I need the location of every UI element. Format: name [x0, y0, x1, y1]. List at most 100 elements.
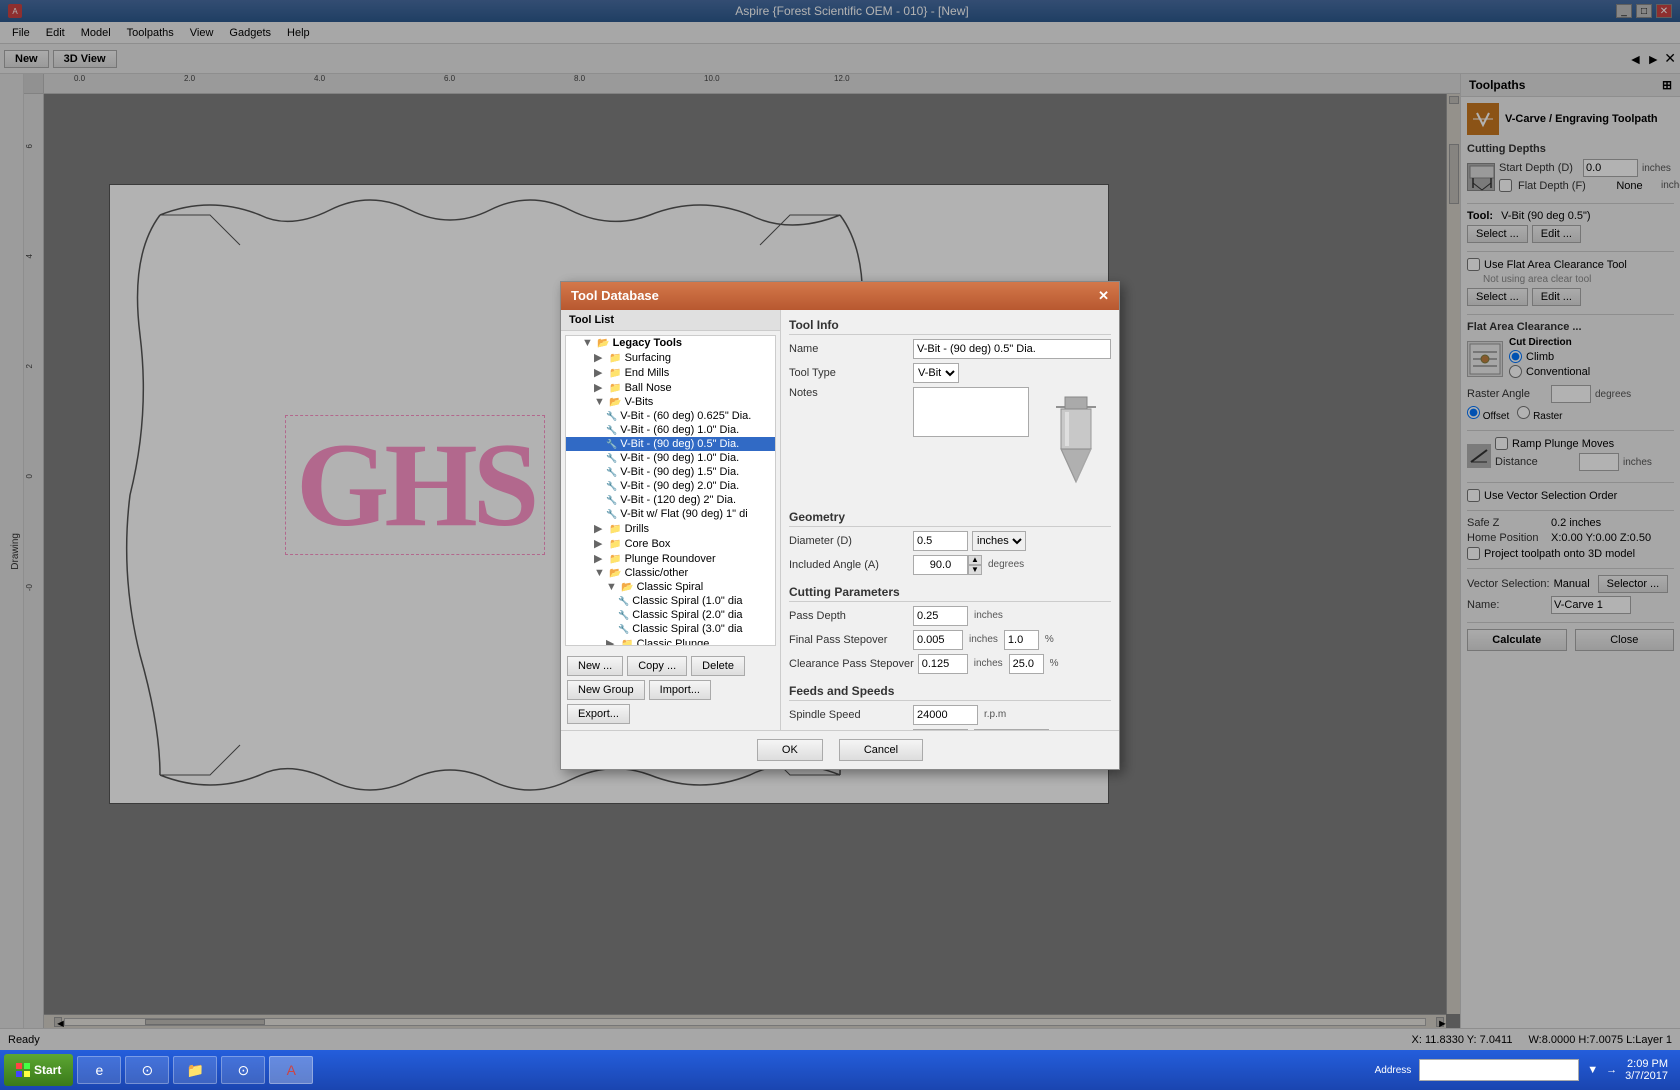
spindle-row: Spindle Speed r.p.m: [789, 705, 1111, 725]
feed-input[interactable]: [913, 729, 968, 730]
expand-surfacing[interactable]: ▶: [594, 351, 606, 364]
dialog-close-icon[interactable]: ✕: [1098, 288, 1109, 304]
tool-icon-3: 🔧: [606, 439, 617, 449]
tray-address-label: Address: [1375, 1065, 1412, 1076]
tree-end-mills[interactable]: ▶ 📁 End Mills: [566, 365, 775, 380]
clearance-pct-input[interactable]: [1009, 654, 1044, 674]
tool-icon-cs2: 🔧: [618, 610, 629, 620]
tree-vbit-60-625[interactable]: 🔧 V-Bit - (60 deg) 0.625" Dia.: [566, 409, 775, 423]
tree-cs-30[interactable]: 🔧 Classic Spiral (3.0" dia: [566, 622, 775, 636]
expand-classic-spiral[interactable]: ▼: [606, 581, 618, 593]
tree-surfacing[interactable]: ▶ 📁 Surfacing: [566, 350, 775, 365]
feeds-speeds-section: Feeds and Speeds Spindle Speed r.p.m Fee…: [789, 684, 1111, 730]
tray-go-btn[interactable]: →: [1606, 1064, 1617, 1076]
address-bar[interactable]: [1419, 1059, 1579, 1081]
folder-endmills-icon: 📁: [609, 368, 621, 379]
task-files-btn[interactable]: 📁: [173, 1056, 217, 1084]
angle-spinner-btns: ▲ ▼: [968, 555, 982, 575]
tree-vbits[interactable]: ▼ 📂 V-Bits: [566, 395, 775, 409]
tree-vbit-90-15[interactable]: 🔧 V-Bit - (90 deg) 1.5" Dia.: [566, 465, 775, 479]
expand-corebox[interactable]: ▶: [594, 537, 606, 550]
tree-classic-spiral-group[interactable]: ▼ 📂 Classic Spiral: [566, 580, 775, 594]
tool-icon-7: 🔧: [606, 495, 617, 505]
tool-list-panel: Tool List ▼ 📂 Legacy Tools ▶ 📁 Surfacing: [561, 310, 781, 730]
tool-icon-cs3: 🔧: [618, 624, 629, 634]
import-btn[interactable]: Import...: [649, 680, 711, 700]
folder-cp-icon: 📁: [621, 639, 633, 646]
delete-tool-btn[interactable]: Delete: [691, 656, 745, 676]
angle-input[interactable]: [913, 555, 968, 575]
type-field-label: Tool Type: [789, 367, 909, 379]
export-btn[interactable]: Export...: [567, 704, 630, 724]
folder-corebox-icon: 📁: [609, 539, 621, 550]
expand-ballnose[interactable]: ▶: [594, 381, 606, 394]
tool-icon-cs1: 🔧: [618, 596, 629, 606]
new-tool-btn[interactable]: New ...: [567, 656, 623, 676]
expand-plunge[interactable]: ▶: [594, 552, 606, 565]
expand-endmills[interactable]: ▶: [594, 366, 606, 379]
tree-legacy-tools[interactable]: ▼ 📂 Legacy Tools: [566, 336, 775, 350]
copy-tool-btn[interactable]: Copy ...: [627, 656, 687, 676]
tree-ball-nose[interactable]: ▶ 📁 Ball Nose: [566, 380, 775, 395]
tool-icon-1: 🔧: [606, 411, 617, 421]
tree-classic-plunge[interactable]: ▶ 📁 Classic Plunge: [566, 636, 775, 646]
tray-dropdown[interactable]: ▼: [1587, 1064, 1598, 1076]
tool-database-dialog: Tool Database ✕ Tool List ▼ 📂 Legacy Too…: [560, 281, 1120, 770]
expand-legacy[interactable]: ▼: [582, 337, 594, 349]
expand-classic-plunge[interactable]: ▶: [606, 637, 618, 646]
dialog-body: Tool List ▼ 📂 Legacy Tools ▶ 📁 Surfacing: [561, 310, 1119, 730]
diameter-input[interactable]: [913, 531, 968, 551]
pass-depth-input[interactable]: [913, 606, 968, 626]
tree-vbit-120-2[interactable]: 🔧 V-Bit - (120 deg) 2" Dia.: [566, 493, 775, 507]
new-group-btn[interactable]: New Group: [567, 680, 645, 700]
files-icon: 📁: [187, 1062, 204, 1079]
tree-plunge-roundover[interactable]: ▶ 📁 Plunge Roundover: [566, 551, 775, 566]
spindle-input[interactable]: [913, 705, 978, 725]
dialog-cancel-btn[interactable]: Cancel: [839, 739, 923, 761]
tool-name-input[interactable]: [913, 339, 1111, 359]
expand-vbits[interactable]: ▼: [594, 396, 606, 408]
cutting-params-title: Cutting Parameters: [789, 585, 1111, 602]
tree-cs-10[interactable]: 🔧 Classic Spiral (1.0" dia: [566, 594, 775, 608]
tree-vbit-60-10[interactable]: 🔧 V-Bit - (60 deg) 1.0" Dia.: [566, 423, 775, 437]
diameter-row: Diameter (D) inches mm: [789, 531, 1111, 551]
diameter-label: Diameter (D): [789, 535, 909, 547]
start-button[interactable]: Start: [4, 1054, 73, 1086]
geometry-section: Geometry Diameter (D) inches mm Included…: [789, 510, 1111, 575]
tree-vbit-flat[interactable]: 🔧 V-Bit w/ Flat (90 deg) 1" di: [566, 507, 775, 521]
angle-label: Included Angle (A): [789, 559, 909, 571]
task-chrome-btn[interactable]: ⊙: [125, 1056, 169, 1084]
pass-depth-unit: inches: [974, 610, 1003, 621]
angle-unit: degrees: [988, 559, 1024, 570]
tool-list-tree[interactable]: ▼ 📂 Legacy Tools ▶ 📁 Surfacing ▶ 📁 End M…: [565, 335, 776, 646]
tree-vbit-90-20[interactable]: 🔧 V-Bit - (90 deg) 2.0" Dia.: [566, 479, 775, 493]
ok-btn[interactable]: OK: [757, 739, 823, 761]
task-chrome2-btn[interactable]: ⊙: [221, 1056, 265, 1084]
dialog-title: Tool Database: [571, 288, 659, 303]
final-pass-pct-input[interactable]: [1004, 630, 1039, 650]
diameter-unit-select[interactable]: inches mm: [972, 531, 1026, 551]
notes-row: Notes D: [789, 387, 1111, 500]
clearance-input[interactable]: [918, 654, 968, 674]
tree-cs-20[interactable]: 🔧 Classic Spiral (2.0" dia: [566, 608, 775, 622]
pass-depth-row: Pass Depth inches: [789, 606, 1111, 626]
feed-unit-select[interactable]: inches/min mm/min: [974, 729, 1049, 730]
angle-down-btn[interactable]: ▼: [968, 565, 982, 575]
final-pass-input[interactable]: [913, 630, 963, 650]
expand-drills[interactable]: ▶: [594, 522, 606, 535]
tree-drills[interactable]: ▶ 📁 Drills: [566, 521, 775, 536]
tree-classic-other[interactable]: ▼ 📂 Classic/other: [566, 566, 775, 580]
tool-type-select[interactable]: V-Bit: [913, 363, 959, 383]
tree-vbit-90-10[interactable]: 🔧 V-Bit - (90 deg) 1.0" Dia.: [566, 451, 775, 465]
clearance-unit: inches: [974, 658, 1003, 669]
angle-up-btn[interactable]: ▲: [968, 555, 982, 565]
clearance-label: Clearance Pass Stepover: [789, 658, 914, 670]
clearance-pct-sign: %: [1050, 658, 1059, 669]
tool-image-container: D: [1041, 387, 1111, 500]
notes-textarea[interactable]: [913, 387, 1029, 437]
task-aspire-btn[interactable]: A: [269, 1056, 313, 1084]
expand-classic[interactable]: ▼: [594, 567, 606, 579]
tree-core-box[interactable]: ▶ 📁 Core Box: [566, 536, 775, 551]
tree-vbit-90-05[interactable]: 🔧 V-Bit - (90 deg) 0.5" Dia.: [566, 437, 775, 451]
task-ie-btn[interactable]: e: [77, 1056, 121, 1084]
